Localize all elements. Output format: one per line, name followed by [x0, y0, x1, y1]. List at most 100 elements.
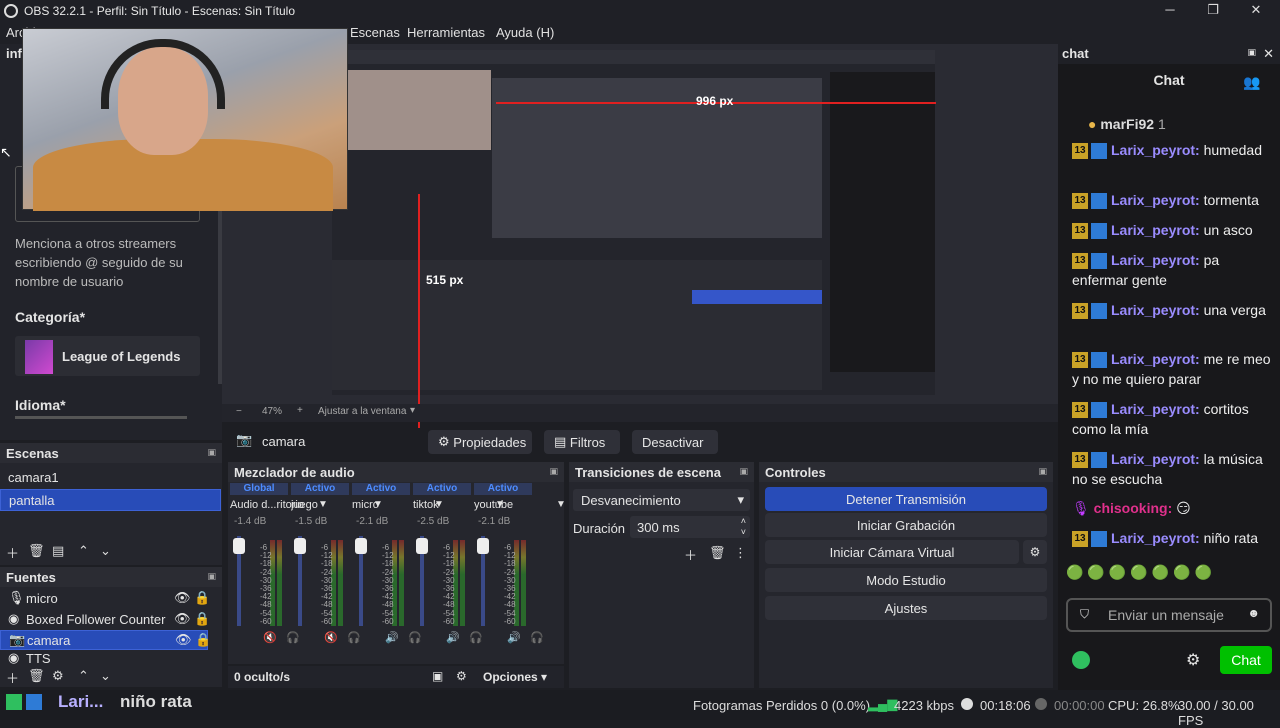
speaker-icon[interactable]: 🔊: [385, 631, 399, 644]
category-select[interactable]: League of Legends: [15, 336, 200, 376]
sub-badge: 13: [1072, 352, 1088, 369]
scene-item-selected[interactable]: pantalla: [0, 489, 221, 511]
more-options-icon[interactable]: ⋮: [734, 545, 747, 561]
monitor-icon[interactable]: 🎧: [469, 631, 483, 644]
ticker-user: Lari...: [58, 692, 104, 711]
source-item[interactable]: 🎙 micro 👁 🔒: [0, 588, 222, 608]
chat-input[interactable]: ⛉ Enviar un mensaje ☻: [1066, 598, 1272, 632]
duration-input[interactable]: 300 ms ˄ ˅: [630, 516, 750, 538]
studio-mode-button[interactable]: Modo Estudio: [765, 568, 1047, 592]
channel-name: youtube: [474, 499, 514, 511]
record-time: 00:00:00: [1054, 698, 1105, 713]
move-up-icon[interactable]: ⌃: [78, 543, 89, 559]
volume-handle[interactable]: [355, 538, 367, 554]
deactivate-button[interactable]: Desactivar: [632, 430, 718, 454]
mixer-options[interactable]: Opciones ▾: [483, 670, 547, 684]
minimize-icon[interactable]: ─: [1160, 2, 1180, 17]
menu-ayuda[interactable]: Ayuda (H): [496, 25, 554, 40]
add-source-icon[interactable]: ＋: [6, 668, 19, 687]
nested-chat: [830, 72, 935, 372]
add-transition-icon[interactable]: ＋: [684, 545, 697, 564]
settings-button[interactable]: Ajustes: [765, 596, 1047, 620]
zoom-out-icon[interactable]: −: [236, 406, 242, 417]
chevron-down-icon[interactable]: ▾: [410, 405, 415, 416]
muted-speaker-icon[interactable]: 🔇: [324, 631, 338, 644]
webcam-overlay: [22, 28, 348, 211]
dock-float-icon[interactable]: ▣: [549, 466, 558, 477]
fit-window-label[interactable]: Ajustar a la ventana: [318, 406, 406, 417]
language-select[interactable]: [15, 416, 187, 419]
virtual-camera-settings-icon[interactable]: ⚙: [1023, 540, 1047, 564]
nested-docks: [332, 260, 822, 390]
zoom-in-icon[interactable]: +: [297, 405, 303, 416]
emoji-icon[interactable]: ☻: [1247, 606, 1260, 620]
monitor-icon[interactable]: 🎧: [530, 631, 544, 644]
prime-icon: [26, 694, 42, 710]
properties-button[interactable]: ⚙ Propiedades: [428, 430, 532, 454]
stop-stream-button[interactable]: Detener Transmisión: [765, 487, 1047, 511]
start-recording-button[interactable]: Iniciar Grabación: [765, 513, 1047, 537]
source-item-selected[interactable]: 📷 camara 👁 🔒: [0, 630, 211, 650]
channel-name: juego: [291, 499, 318, 511]
volume-handle[interactable]: [233, 538, 245, 554]
signal-icon: ▂▄▆: [868, 696, 898, 711]
channel-db: -2.1 dB: [478, 516, 511, 527]
dock-float-icon[interactable]: ▣: [1038, 466, 1047, 477]
scene-item[interactable]: camara1: [0, 466, 222, 488]
advanced-audio-icon[interactable]: ⚙: [456, 669, 467, 683]
remove-scene-icon[interactable]: 🗑: [28, 543, 45, 559]
eye-icon[interactable]: 👁: [174, 611, 191, 627]
layout-icon[interactable]: ▣: [432, 669, 443, 683]
source-item[interactable]: ◉ Boxed Follower Counter 👁 🔒: [0, 609, 222, 629]
scene-filters-icon[interactable]: ▤: [52, 543, 64, 559]
filters-button[interactable]: ▤ Filtros: [544, 430, 620, 454]
monitor-icon[interactable]: 🎧: [286, 631, 300, 644]
source-settings-icon[interactable]: ⚙: [52, 668, 64, 684]
chat-send-button[interactable]: Chat: [1220, 646, 1272, 674]
chat-settings-icon[interactable]: ⚙: [1186, 650, 1200, 670]
transition-select[interactable]: Desvanecimiento ▾: [573, 489, 750, 511]
channel-db: -2.1 dB: [356, 516, 389, 527]
chat-dock-title: chat ▣ ✕: [1058, 44, 1280, 64]
channel-menu-icon[interactable]: ▼: [556, 499, 566, 510]
close-icon[interactable]: ✕: [1246, 2, 1266, 18]
users-icon[interactable]: 👥: [1243, 74, 1260, 91]
lock-icon[interactable]: 🔒: [194, 611, 210, 627]
speaker-icon[interactable]: 🔊: [507, 631, 521, 644]
monitor-icon[interactable]: 🎧: [347, 631, 361, 644]
points-icon[interactable]: [1072, 651, 1090, 669]
source-item[interactable]: ◉ TTS: [0, 651, 222, 665]
muted-speaker-icon[interactable]: 🔇: [263, 631, 277, 644]
maximize-icon[interactable]: ❐: [1203, 2, 1223, 18]
menu-herramientas[interactable]: Herramientas: [407, 25, 485, 40]
speaker-icon[interactable]: 🔊: [446, 631, 460, 644]
microphone-icon: 🎙: [8, 590, 25, 605]
volume-handle[interactable]: [294, 538, 306, 554]
pinned-top-user: ● marFi92 1: [1088, 116, 1166, 132]
dock-float-icon[interactable]: ▣: [1247, 47, 1256, 58]
add-scene-icon[interactable]: ＋: [6, 543, 19, 562]
remove-transition-icon[interactable]: 🗑: [709, 545, 726, 561]
camera-icon: 📷: [236, 432, 253, 447]
dock-float-icon[interactable]: ▣: [207, 571, 216, 582]
title-bar: OBS 32.2.1 - Perfil: Sin Título - Escena…: [0, 0, 1280, 22]
volume-handle[interactable]: [477, 538, 489, 554]
move-up-icon[interactable]: ⌃: [78, 668, 89, 684]
move-down-icon[interactable]: ⌄: [100, 668, 111, 684]
stepper-icon[interactable]: ˄ ˅: [741, 516, 746, 538]
volume-handle[interactable]: [416, 538, 428, 554]
eye-icon[interactable]: 👁: [175, 632, 192, 648]
dock-float-icon[interactable]: ▣: [207, 447, 216, 458]
close-icon[interactable]: ✕: [1263, 46, 1274, 62]
meter-tick: -60: [260, 616, 272, 626]
remove-source-icon[interactable]: 🗑: [28, 668, 45, 684]
lock-icon[interactable]: 🔒: [195, 632, 211, 648]
menu-escenas[interactable]: Escenas: [350, 25, 400, 40]
virtual-camera-button[interactable]: Iniciar Cámara Virtual: [765, 540, 1019, 564]
chat-message: 13 Larix_peyrot: una verga: [1072, 300, 1272, 320]
monitor-icon[interactable]: 🎧: [408, 631, 422, 644]
dock-float-icon[interactable]: ▣: [739, 466, 748, 477]
move-down-icon[interactable]: ⌄: [100, 543, 111, 559]
lock-icon[interactable]: 🔒: [194, 590, 210, 606]
eye-icon[interactable]: 👁: [174, 590, 191, 606]
